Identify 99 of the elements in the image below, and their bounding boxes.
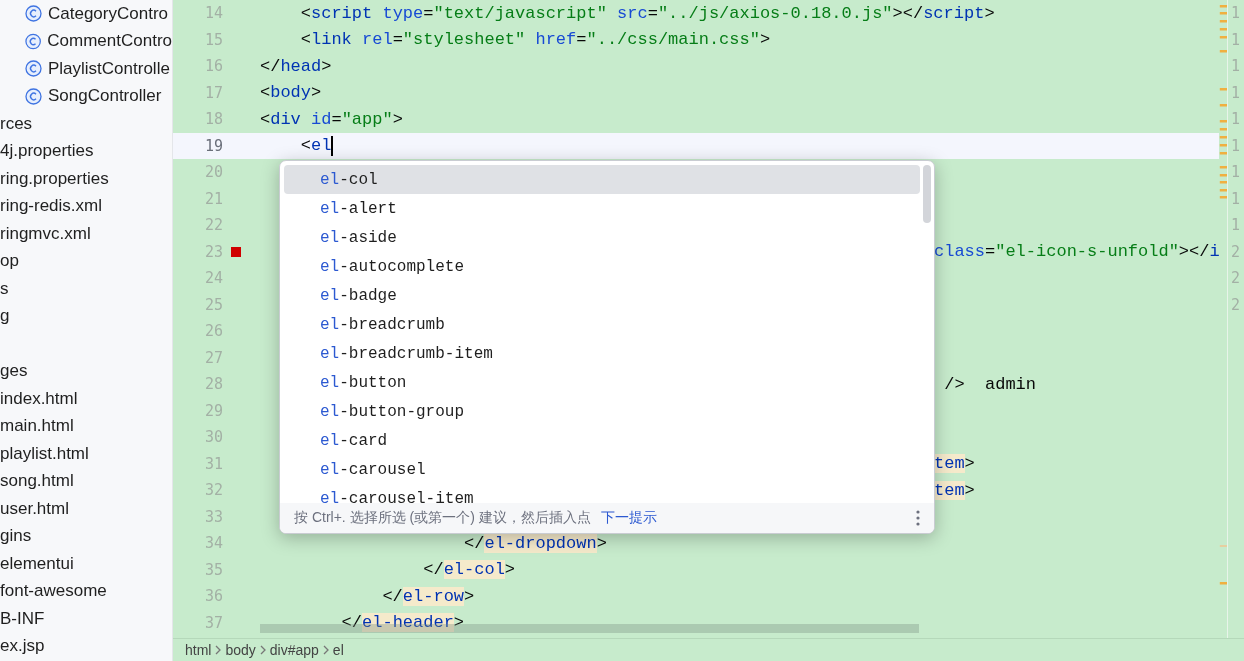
code-line: </el-col> [422, 560, 516, 580]
line-number: 34 [203, 534, 223, 553]
code-line: class="el-icon-s-unfold"></i [934, 242, 1219, 262]
line-number: 19 [203, 136, 223, 155]
line-number: 28 [203, 375, 223, 394]
completion-item[interactable]: el-carousel-item [284, 484, 920, 503]
line-number: 18 [203, 110, 223, 129]
tree-item[interactable]: user.html [0, 498, 69, 519]
more-options-icon[interactable] [916, 510, 920, 526]
line-number: 1 [1230, 215, 1242, 237]
line-number: 15 [203, 30, 223, 49]
completion-item[interactable]: el-autocomplete [284, 252, 920, 281]
next-tip-link[interactable]: 下一提示 [600, 509, 657, 527]
completion-item[interactable]: el-card [284, 426, 920, 455]
code-line: /> admin [943, 374, 1037, 394]
class-icon [25, 32, 42, 50]
tree-item[interactable]: ex.jsp [0, 636, 45, 657]
line-number: 1 [1230, 56, 1242, 78]
line-number: 27 [203, 348, 223, 367]
tree-item[interactable]: font-awesome [0, 581, 107, 602]
line-number: 29 [203, 401, 223, 420]
tree-item[interactable]: s [0, 278, 9, 299]
breadcrumb-item[interactable]: html [185, 642, 212, 658]
line-number: 37 [203, 613, 223, 632]
line-number: 21 [203, 189, 223, 208]
line-number: 14 [203, 4, 223, 23]
tree-item[interactable]: ringmvc.xml [0, 223, 91, 244]
tree-item[interactable]: op [0, 251, 19, 272]
completion-item[interactable]: el-carousel [284, 455, 920, 484]
completion-item[interactable]: el-button [284, 368, 920, 397]
code-line: tem> [934, 454, 975, 474]
tree-item[interactable]: ring.properties [0, 168, 109, 189]
tree-item[interactable]: CommentContro [47, 31, 172, 52]
line-number: 33 [203, 507, 223, 526]
code-line: </head> [260, 56, 332, 76]
completion-item[interactable]: el-breadcrumb-item [284, 339, 920, 368]
tree-item[interactable]: 4j.properties [0, 141, 94, 162]
code-line: <script type="text/javascript" src="../js/axios-0.18.0.js"></script> [299, 3, 995, 23]
line-number: 1 [1230, 82, 1242, 104]
line-number: 20 [203, 163, 223, 182]
class-icon [25, 5, 42, 23]
code-line: <el [299, 135, 334, 156]
line-number: 35 [203, 560, 223, 579]
chevron-icon [259, 645, 266, 655]
tree-item[interactable]: CategoryContro [48, 3, 168, 24]
breadcrumb-item[interactable]: el [332, 642, 344, 658]
tree-item[interactable]: ges [0, 361, 28, 382]
completion-item[interactable]: el-aside [284, 223, 920, 252]
class-icon [25, 60, 42, 78]
line-number: 16 [203, 57, 223, 76]
tree-item[interactable]: playlist.html [0, 443, 89, 464]
tree-item[interactable]: ring-redis.xml [0, 196, 103, 217]
completion-item[interactable]: el-alert [284, 194, 920, 223]
tree-item[interactable]: main.html [0, 416, 74, 437]
completion-item[interactable]: el-breadcrumb [284, 310, 920, 339]
chevron-icon [215, 645, 222, 655]
tree-item[interactable]: elementui [0, 553, 74, 574]
tree-item[interactable]: rces [0, 113, 33, 134]
tree-item[interactable]: SongController [48, 86, 162, 107]
code-line: tem> [934, 480, 975, 500]
code-line: <link rel="stylesheet" href="../css/main.css"> [299, 30, 771, 50]
line-number: 30 [203, 428, 223, 447]
tree-item[interactable]: g [0, 306, 10, 327]
class-icon [25, 87, 42, 105]
line-number: 1 [1230, 162, 1242, 184]
completion-item[interactable]: el-button-group [284, 397, 920, 426]
line-number: 1 [1230, 109, 1242, 131]
breadcrumb-item[interactable]: body [225, 642, 256, 658]
tree-item[interactable]: gins [0, 526, 32, 547]
tree-item[interactable]: PlaylistControlle [48, 58, 170, 79]
tree-item[interactable]: B-INF [0, 608, 45, 629]
line-number: 2 [1230, 268, 1242, 290]
line-number: 2 [1230, 294, 1242, 316]
line-number: 1 [1230, 135, 1242, 157]
scrollbar-thumb[interactable] [923, 165, 931, 223]
code-line: <div id="app"> [260, 109, 403, 129]
tree-item[interactable]: song.html [0, 471, 74, 492]
line-number: 1 [1230, 3, 1242, 25]
line-number: 25 [203, 295, 223, 314]
line-number: 32 [203, 481, 223, 500]
line-number: 17 [203, 83, 223, 102]
line-number: 22 [203, 216, 223, 235]
code-line: </el-row> [381, 586, 475, 606]
line-number: 1 [1230, 29, 1242, 51]
breadcrumb-item[interactable]: div#app [269, 642, 319, 658]
code-line: </el-header> [340, 613, 465, 633]
line-number: 36 [203, 587, 223, 606]
chevron-icon [322, 645, 329, 655]
completion-item[interactable]: el-badge [284, 281, 920, 310]
line-number: 31 [203, 454, 223, 473]
completion-item[interactable]: el-col [284, 165, 920, 194]
line-number: 26 [203, 322, 223, 341]
line-number: 23 [203, 242, 223, 261]
line-number: 2 [1230, 241, 1242, 263]
line-number: 1 [1230, 188, 1242, 210]
tree-item[interactable]: index.html [0, 388, 78, 409]
code-line: <body> [260, 83, 322, 103]
line-number: 24 [203, 269, 223, 288]
hint-text: 按 Ctrl+. 选择所选 (或第一个) 建议，然后插入点 [294, 509, 591, 527]
